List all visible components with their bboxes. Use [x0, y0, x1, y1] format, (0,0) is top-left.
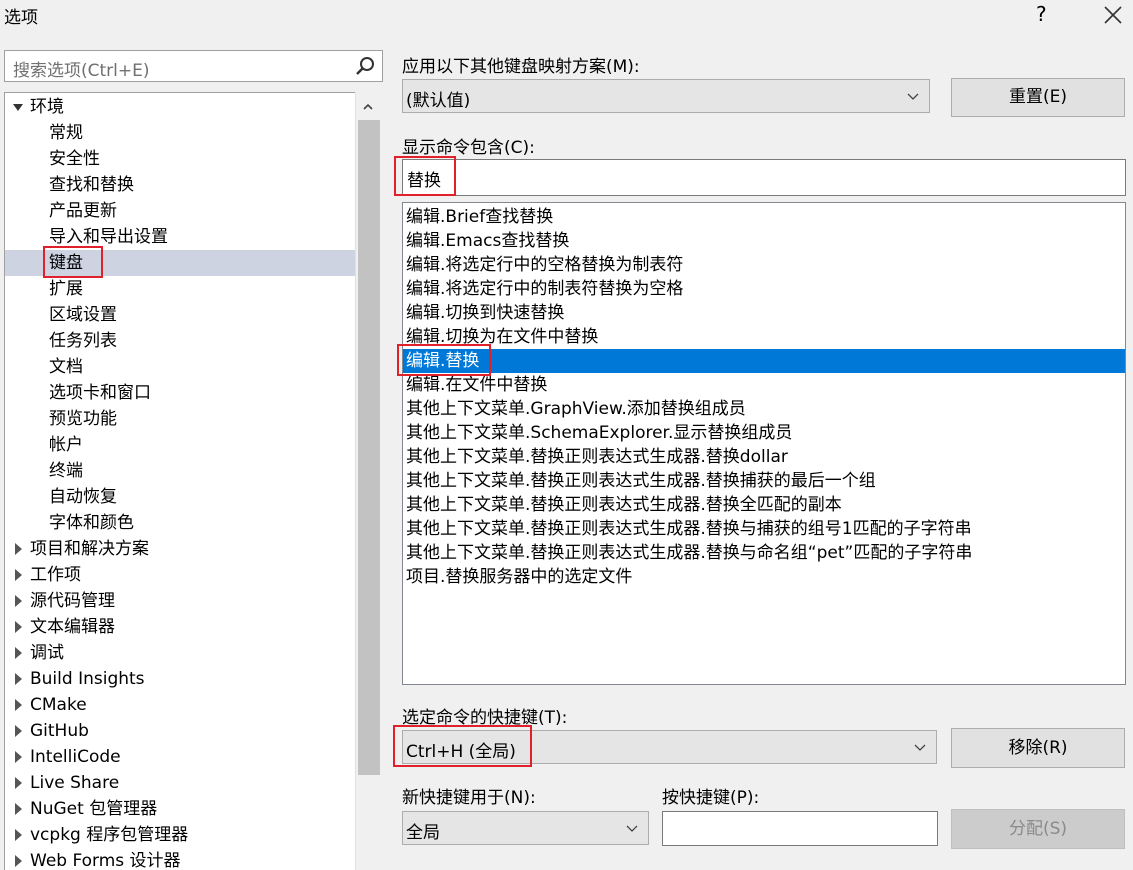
- tree-item-label: 终端: [49, 461, 83, 481]
- options-tree[interactable]: 环境常规安全性查找和替换产品更新导入和导出设置 键盘扩展区域设置任务列表文档选项卡…: [4, 92, 383, 870]
- collapsed-icon[interactable]: [15, 751, 22, 763]
- collapsed-icon[interactable]: [15, 595, 22, 607]
- shortcut-select[interactable]: Ctrl+H (全局): [402, 730, 937, 764]
- search-icon[interactable]: [354, 55, 376, 77]
- command-item[interactable]: 其他上下文菜单.替换正则表达式生成器.替换捕获的最后一个组: [403, 469, 1125, 493]
- tree-item-label: IntelliCode: [30, 747, 121, 767]
- tree-item-label: GitHub: [30, 721, 89, 741]
- mapping-label: 应用以下其他键盘映射方案(M):: [402, 57, 640, 77]
- command-item[interactable]: 编辑.将选定行中的空格替换为制表符: [403, 253, 1125, 277]
- chevron-down-icon: [914, 744, 926, 751]
- chevron-down-icon: [907, 93, 919, 100]
- command-item[interactable]: 其他上下文菜单.替换正则表达式生成器.替换dollar: [403, 445, 1125, 469]
- assign-button[interactable]: 分配(S): [951, 809, 1125, 849]
- search-placeholder: 搜索选项(Ctrl+E): [13, 61, 150, 81]
- filter-label: 显示命令包含(C):: [402, 138, 535, 158]
- tree-item-label: NuGet 包管理器: [30, 799, 158, 819]
- tree-item-label: 导入和导出设置: [49, 227, 168, 247]
- tree-item-label: 产品更新: [49, 201, 117, 221]
- scope-value: 全局: [406, 823, 440, 843]
- shortcut-label: 选定命令的快捷键(T):: [402, 708, 568, 728]
- tree-scrollbar[interactable]: [355, 92, 383, 870]
- window-title: 选项: [4, 8, 38, 28]
- tree-item-label: 键盘: [49, 253, 83, 273]
- collapsed-icon[interactable]: [15, 725, 22, 737]
- tree-item-label: 任务列表: [49, 331, 117, 351]
- command-item[interactable]: 编辑.Brief查找替换: [403, 205, 1125, 229]
- help-button[interactable]: ?: [1036, 2, 1047, 26]
- collapsed-icon[interactable]: [15, 673, 22, 685]
- command-item[interactable]: 其他上下文菜单.GraphView.添加替换组成员: [403, 397, 1125, 421]
- collapsed-icon[interactable]: [15, 699, 22, 711]
- command-item[interactable]: 编辑.Emacs查找替换: [403, 229, 1125, 253]
- tree-item-label: 选项卡和窗口: [49, 383, 151, 403]
- tree-item-label: 安全性: [49, 149, 100, 169]
- command-item[interactable]: 编辑.切换为在文件中替换: [403, 325, 1125, 349]
- command-item[interactable]: 编辑.替换: [403, 349, 1125, 373]
- collapsed-icon[interactable]: [15, 803, 22, 815]
- tree-item-label: 字体和颜色: [49, 513, 134, 533]
- tree-item-label: Web Forms 设计器: [30, 851, 181, 870]
- tree-item-label: 调试: [30, 643, 64, 663]
- collapsed-icon[interactable]: [15, 569, 22, 581]
- scope-label: 新快捷键用于(N):: [402, 788, 536, 808]
- collapsed-icon[interactable]: [15, 829, 22, 841]
- command-list[interactable]: 编辑.Brief查找替换 编辑.Emacs查找替换 编辑.将选定行中的空格替换为制表…: [402, 202, 1126, 685]
- command-item[interactable]: 编辑.将选定行中的制表符替换为空格: [403, 277, 1125, 301]
- tree-item-label: 预览功能: [49, 409, 117, 429]
- filter-value: 替换: [407, 171, 441, 191]
- chevron-down-icon: [626, 825, 638, 832]
- tree-item-label: 常规: [49, 123, 83, 143]
- mapping-select[interactable]: (默认值): [402, 79, 930, 113]
- tree-item[interactable]: 键盘: [5, 250, 356, 276]
- command-item[interactable]: 其他上下文菜单.SchemaExplorer.显示替换组成员: [403, 421, 1125, 445]
- tree-item-label: 区域设置: [49, 305, 117, 325]
- scrollbar-thumb[interactable]: [358, 120, 380, 775]
- close-icon: [1104, 6, 1122, 24]
- press-shortcut-input[interactable]: [662, 811, 938, 846]
- tree-item-label: 自动恢复: [49, 487, 117, 507]
- collapsed-icon[interactable]: [15, 647, 22, 659]
- command-item[interactable]: 其他上下文菜单.替换正则表达式生成器.替换与捕获的组号1匹配的子字符串: [403, 517, 1125, 541]
- collapsed-icon[interactable]: [15, 777, 22, 789]
- remove-button[interactable]: 移除(R): [951, 728, 1125, 768]
- command-item[interactable]: 项目.替换服务器中的选定文件: [403, 565, 1125, 589]
- tree-item-label: 文本编辑器: [30, 617, 115, 637]
- tree-item-label: 环境: [30, 97, 64, 117]
- command-item[interactable]: 其他上下文菜单.替换正则表达式生成器.替换全匹配的副本: [403, 493, 1125, 517]
- shortcut-value: Ctrl+H (全局): [406, 742, 516, 762]
- expanded-icon[interactable]: [13, 104, 23, 111]
- close-button[interactable]: [1100, 2, 1126, 28]
- collapsed-icon[interactable]: [15, 543, 22, 555]
- command-item[interactable]: 其他上下文菜单.替换正则表达式生成器.替换与命名组“pet”匹配的子字符串: [403, 541, 1125, 565]
- command-item[interactable]: 编辑.切换到快速替换: [403, 301, 1125, 325]
- tree-item-label: 工作项: [30, 565, 81, 585]
- tree-item-label: 查找和替换: [49, 175, 134, 195]
- tree-item-label: 源代码管理: [30, 591, 115, 611]
- tree-item-label: Live Share: [30, 773, 120, 793]
- tree-item-label: vcpkg 程序包管理器: [30, 825, 189, 845]
- collapsed-icon[interactable]: [15, 621, 22, 633]
- search-input[interactable]: 搜索选项(Ctrl+E): [4, 50, 383, 82]
- tree-item-label: Build Insights: [30, 669, 145, 689]
- tree-item-label: 帐户: [49, 435, 83, 455]
- reset-button[interactable]: 重置(E): [951, 78, 1125, 117]
- mapping-value: (默认值): [406, 91, 471, 111]
- tree-item-label: 文档: [49, 357, 83, 377]
- command-item[interactable]: 编辑.在文件中替换: [403, 373, 1125, 397]
- tree-item-label: CMake: [30, 695, 87, 715]
- scope-select[interactable]: 全局: [402, 811, 649, 845]
- press-shortcut-label: 按快捷键(P):: [662, 788, 760, 808]
- collapsed-icon[interactable]: [15, 855, 22, 867]
- scroll-up-icon[interactable]: [363, 102, 373, 112]
- tree-item-label: 项目和解决方案: [30, 539, 149, 559]
- filter-input[interactable]: 替换: [402, 159, 1126, 196]
- tree-item-label: 扩展: [49, 279, 83, 299]
